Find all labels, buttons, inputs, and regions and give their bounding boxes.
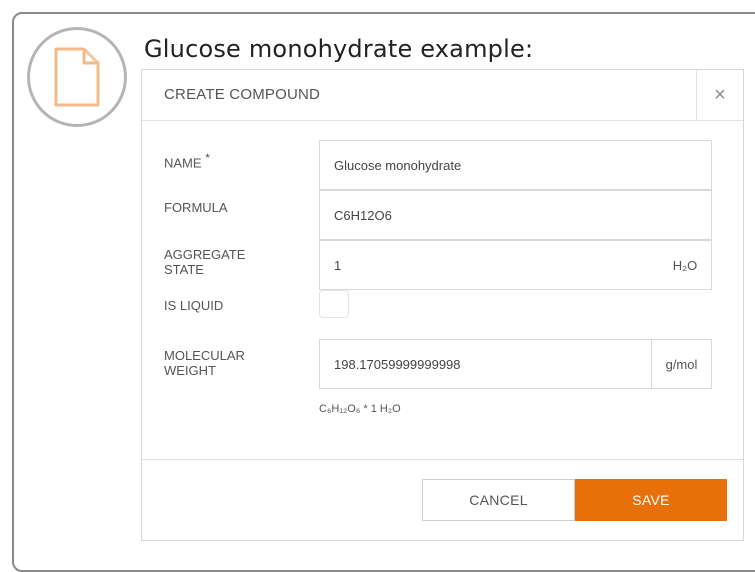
aggregate-state-value: 1	[334, 258, 342, 273]
aggregate-state-label: AGGREGATE STATE	[164, 247, 246, 277]
formula-preview: C₆H₁₂O₆ * 1 H₂O	[319, 403, 401, 415]
dialog-header: CREATE COMPOUND ×	[142, 70, 743, 121]
example-heading: Glucose monohydrate example:	[144, 35, 534, 63]
dialog-footer-divider	[142, 459, 743, 460]
required-mark: *	[205, 151, 210, 165]
create-compound-dialog: CREATE COMPOUND × NAME * Glucose monohyd…	[141, 69, 744, 541]
dialog-title: CREATE COMPOUND	[164, 86, 321, 103]
cancel-button[interactable]: CANCEL	[422, 479, 575, 521]
name-input[interactable]: Glucose monohydrate	[319, 140, 712, 190]
formula-label: FORMULA	[164, 200, 228, 215]
aggregate-state-input[interactable]: 1	[319, 240, 660, 290]
formula-input[interactable]: C6H12O6	[319, 190, 712, 240]
molecular-weight-unit: g/mol	[651, 339, 712, 389]
document-icon	[54, 47, 100, 107]
formula-value: C6H12O6	[334, 208, 392, 223]
name-label: NAME *	[164, 151, 210, 171]
is-liquid-checkbox[interactable]	[319, 290, 349, 318]
aggregate-state-unit: H₂O	[659, 240, 712, 290]
close-icon: ×	[714, 83, 726, 106]
close-button[interactable]: ×	[696, 70, 743, 120]
document-badge	[27, 27, 127, 127]
molecular-weight-input[interactable]: 198.17059999999998	[319, 339, 652, 389]
molecular-weight-label: MOLECULAR WEIGHT	[164, 348, 245, 378]
molecular-weight-value: 198.17059999999998	[334, 357, 461, 372]
is-liquid-label: IS LIQUID	[164, 298, 224, 313]
name-value: Glucose monohydrate	[334, 158, 462, 173]
save-button[interactable]: SAVE	[575, 479, 727, 521]
